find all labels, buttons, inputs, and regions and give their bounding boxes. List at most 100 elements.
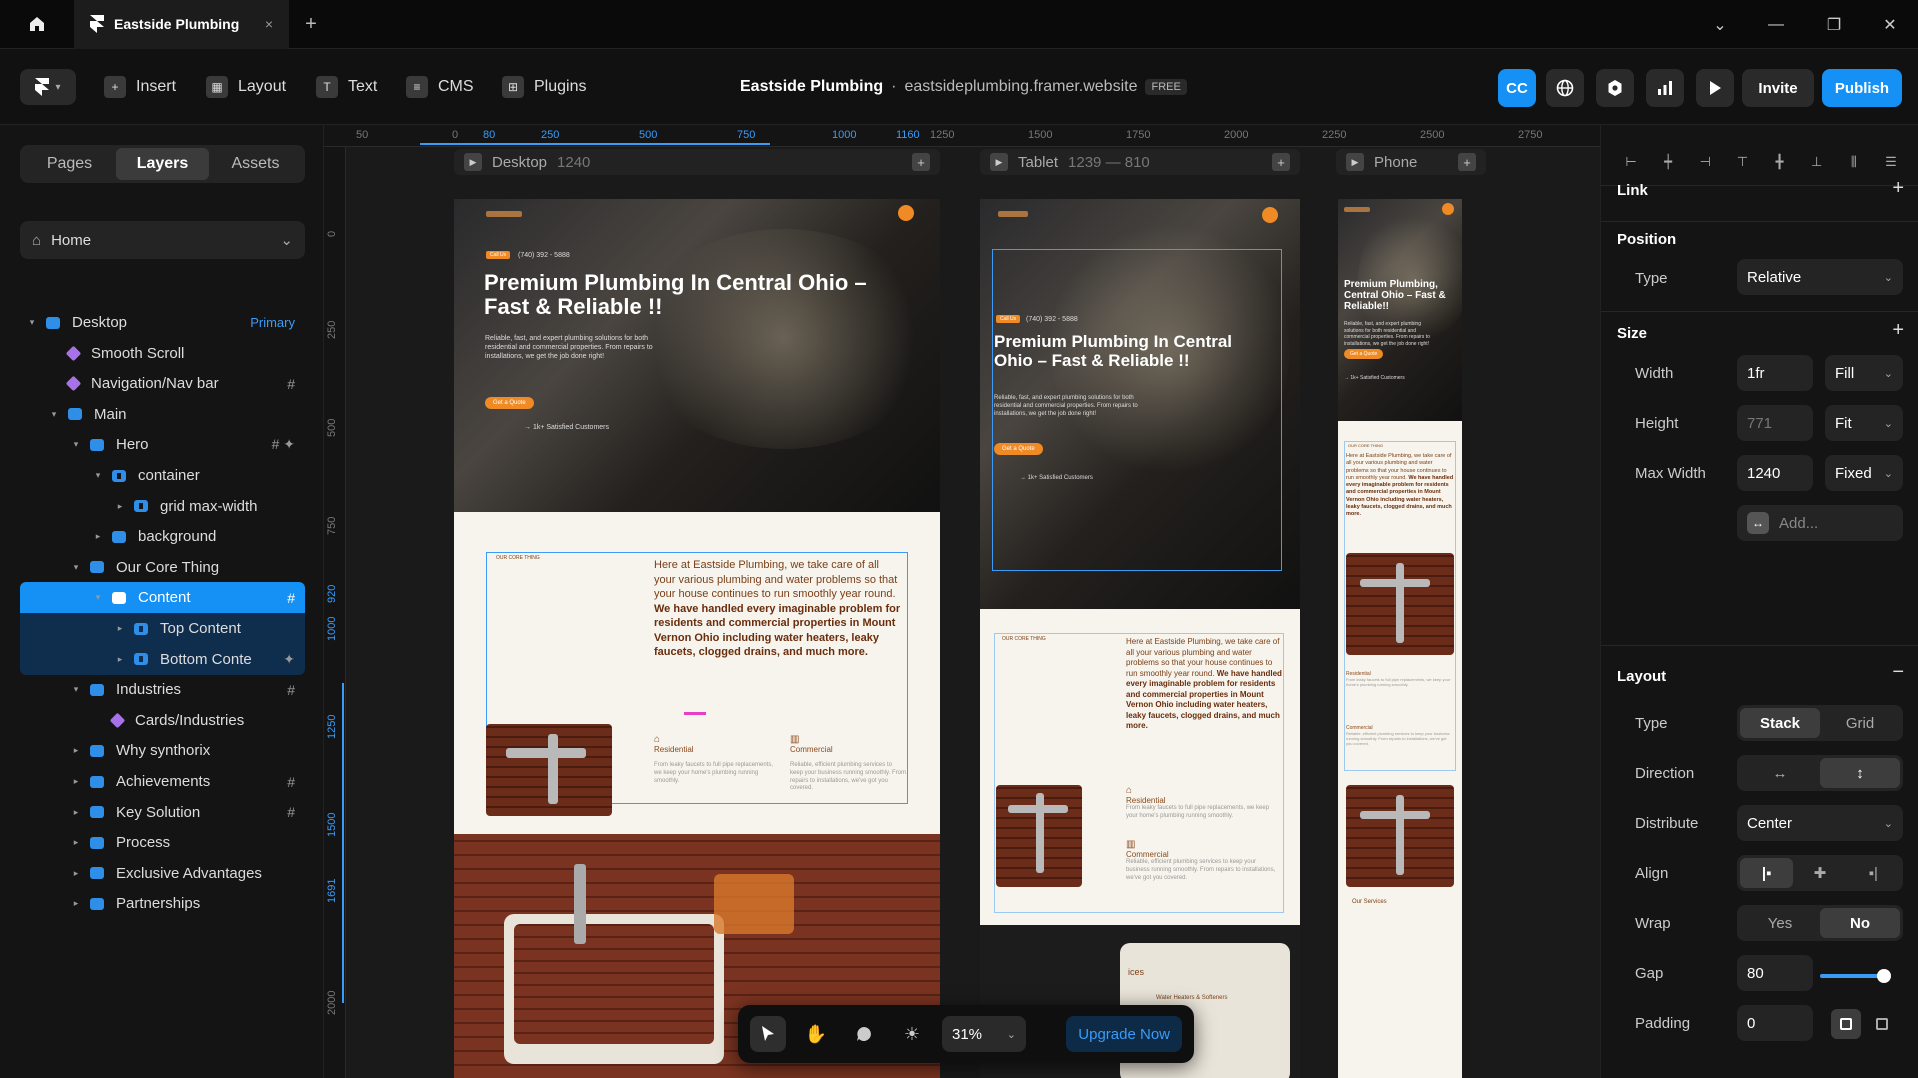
layer-item-exclusive-advantages[interactable]: ▸ Exclusive Advantages [20,858,305,889]
max-width-mode-select[interactable]: Fixed ⌄ [1825,455,1903,491]
layer-item-industries[interactable]: ▾ Industries # [20,674,305,705]
maximize-icon[interactable]: ❐ [1806,0,1862,49]
wrap-no[interactable]: No [1820,908,1900,938]
add-link-icon[interactable]: + [1892,177,1904,200]
layer-item-cards-industries[interactable]: Cards/Industries [20,705,305,736]
tablet-frame-header[interactable]: ▶ Tablet 1239 — 810 + [980,149,1300,175]
gap-input[interactable]: 80 [1737,955,1813,991]
add-breakpoint-icon[interactable]: + [1272,153,1290,171]
analytics-icon[interactable] [1646,69,1684,107]
cms-button[interactable]: ≡ CMS [406,69,474,105]
chevron-right-icon[interactable]: ▸ [70,745,82,756]
invite-button[interactable]: Invite [1742,69,1814,107]
layer-item-achievements[interactable]: ▸ Achievements # [20,766,305,797]
layer-item-smooth-scroll[interactable]: Smooth Scroll [20,338,305,369]
chevron-down-icon[interactable]: ▾ [70,439,82,450]
comment-tool-icon[interactable] [846,1016,882,1052]
max-width-input[interactable]: 1240 [1737,455,1813,491]
settings-icon[interactable] [1596,69,1634,107]
layer-item-main[interactable]: ▾ Main [20,399,305,430]
chevron-right-icon[interactable]: ▸ [70,776,82,787]
chevron-down-icon[interactable]: ▾ [70,684,82,695]
add-size-icon[interactable]: + [1892,319,1904,342]
layer-item-bottom-conte[interactable]: ▸ Bottom Conte ✦ [20,643,305,675]
align-bottom-icon[interactable]: ⊥ [1807,153,1827,171]
padding-input[interactable]: 0 [1737,1005,1813,1041]
layout-type-grid[interactable]: Grid [1820,708,1900,738]
hero-cta-button[interactable]: Get a Quote [1344,349,1384,359]
align-middle-v-icon[interactable]: ╋ [1770,153,1790,171]
layer-item-key-solution[interactable]: ▸ Key Solution # [20,797,305,828]
chevron-right-icon[interactable]: ▸ [70,837,82,848]
window-dropdown-icon[interactable]: ⌄ [1692,0,1748,49]
align-center-icon[interactable]: ✚ [1793,858,1846,888]
tab-assets[interactable]: Assets [209,148,302,180]
layer-item-navigation-nav-bar[interactable]: Navigation/Nav bar # [20,368,305,399]
main-menu-button[interactable]: ▾ [20,69,76,105]
layout-button[interactable]: ▦ Layout [206,69,286,105]
gap-slider[interactable] [1820,969,1891,983]
close-tab-icon[interactable]: × [265,16,273,32]
chevron-down-icon[interactable]: ▾ [92,470,104,481]
direction-vertical-icon[interactable]: ↕ [1820,758,1900,788]
tablet-hero[interactable]: Call Us (740) 392 - 5888 Premium Plumbin… [980,199,1300,609]
play-icon[interactable]: ▶ [1346,153,1364,171]
layer-item-hero[interactable]: ▾ Hero # ✦ [20,429,305,460]
chevron-down-icon[interactable]: ▾ [48,409,60,420]
chevron-down-icon[interactable]: ▾ [26,317,38,328]
layer-item-background[interactable]: ▸ background [20,521,305,552]
desktop-hero[interactable]: Call Us (740) 392 - 5888 Premium Plumbin… [454,199,940,512]
add-breakpoint-icon[interactable]: + [1458,153,1476,171]
position-type-select[interactable]: Relative ⌄ [1737,259,1903,295]
align-right-icon[interactable]: ⊣ [1695,153,1715,171]
layout-type-stack[interactable]: Stack [1740,708,1820,738]
file-tab[interactable]: Eastside Plumbing × [74,0,289,49]
layer-item-content[interactable]: ▾ Content # [20,582,305,614]
layer-item-our-core-thing[interactable]: ▾ Our Core Thing [20,552,305,583]
layer-item-partnerships[interactable]: ▸ Partnerships [20,888,305,919]
chevron-right-icon[interactable]: ▸ [92,531,104,542]
width-input[interactable]: 1fr [1737,355,1813,391]
chevron-right-icon[interactable]: ▸ [70,898,82,909]
preview-play-icon[interactable] [1696,69,1734,107]
chevron-right-icon[interactable]: ▸ [114,623,126,634]
tab-layers[interactable]: Layers [116,148,209,180]
play-icon[interactable]: ▶ [990,153,1008,171]
publish-button[interactable]: Publish [1822,69,1902,107]
cursor-tool-icon[interactable] [750,1016,786,1052]
align-center-h-icon[interactable]: ┿ [1658,153,1678,171]
direction-horizontal-icon[interactable]: ↔ [1740,758,1820,788]
layer-item-top-content[interactable]: ▸ Top Content [20,613,305,644]
home-tab[interactable] [0,0,74,49]
add-size-constraint[interactable]: ↔ Add... [1737,505,1903,541]
new-tab-button[interactable]: + [289,13,333,36]
padding-individual-icon[interactable] [1867,1009,1897,1039]
close-window-icon[interactable]: ✕ [1862,0,1918,49]
chevron-right-icon[interactable]: ▸ [114,501,126,512]
page-selector[interactable]: ⌂ Home ⌄ [20,221,305,259]
align-start-icon[interactable]: |▪ [1740,858,1794,888]
upgrade-now-button[interactable]: Upgrade Now [1066,1016,1182,1052]
add-breakpoint-icon[interactable]: + [912,153,930,171]
chevron-right-icon[interactable]: ▸ [70,807,82,818]
phone-hero[interactable]: Premium Plumbing, Central Ohio – Fast & … [1338,199,1462,421]
desktop-core-section[interactable]: OUR CORE THING Here at Eastside Plumbing… [454,512,940,834]
zoom-select[interactable]: 31% ⌄ [942,1016,1026,1052]
distribute-h-icon[interactable]: ⫼ [1844,153,1864,171]
height-input[interactable]: 771 [1737,405,1813,441]
tablet-core-section[interactable]: OUR CORE THING Here at Eastside Plumbing… [980,609,1300,925]
gap-slider-knob[interactable] [1877,969,1891,983]
tab-pages[interactable]: Pages [23,148,116,180]
insert-button[interactable]: + Insert [104,69,176,105]
minimize-icon[interactable]: — [1748,0,1804,49]
wrap-yes[interactable]: Yes [1740,908,1820,938]
site-title[interactable]: Eastside Plumbing · eastsideplumbing.fra… [740,78,1187,96]
text-button[interactable]: T Text [316,69,377,105]
chevron-down-icon[interactable]: ▾ [92,592,104,603]
layer-item-desktop[interactable]: ▾ Desktop Primary [20,307,305,338]
distribute-select[interactable]: Center ⌄ [1737,805,1903,841]
globe-icon[interactable] [1546,69,1584,107]
chevron-right-icon[interactable]: ▸ [70,868,82,879]
width-mode-select[interactable]: Fill ⌄ [1825,355,1903,391]
canvas[interactable]: 50 0 80 250 500 750 1000 1160 1250 1500 … [324,125,1600,1078]
